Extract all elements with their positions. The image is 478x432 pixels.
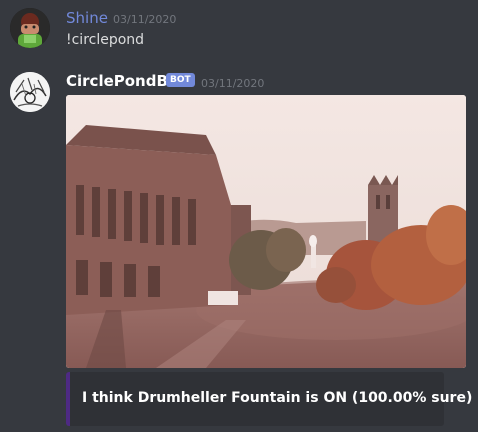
username-shine[interactable]: Shine [66,9,108,27]
bot-badge: BOT [166,73,195,87]
fountain-webcam-image[interactable] [66,95,466,368]
timestamp: 03/11/2020 [201,77,265,90]
message-text: !circlepond [66,32,145,48]
bot-avatar[interactable] [10,72,50,112]
bot-embed: I think Drumheller Fountain is ON (100.0… [66,372,472,426]
embed-title: I think Drumheller Fountain is ON (100.0… [82,390,473,406]
user-avatar[interactable] [10,8,50,48]
timestamp: 03/11/2020 [113,13,177,26]
